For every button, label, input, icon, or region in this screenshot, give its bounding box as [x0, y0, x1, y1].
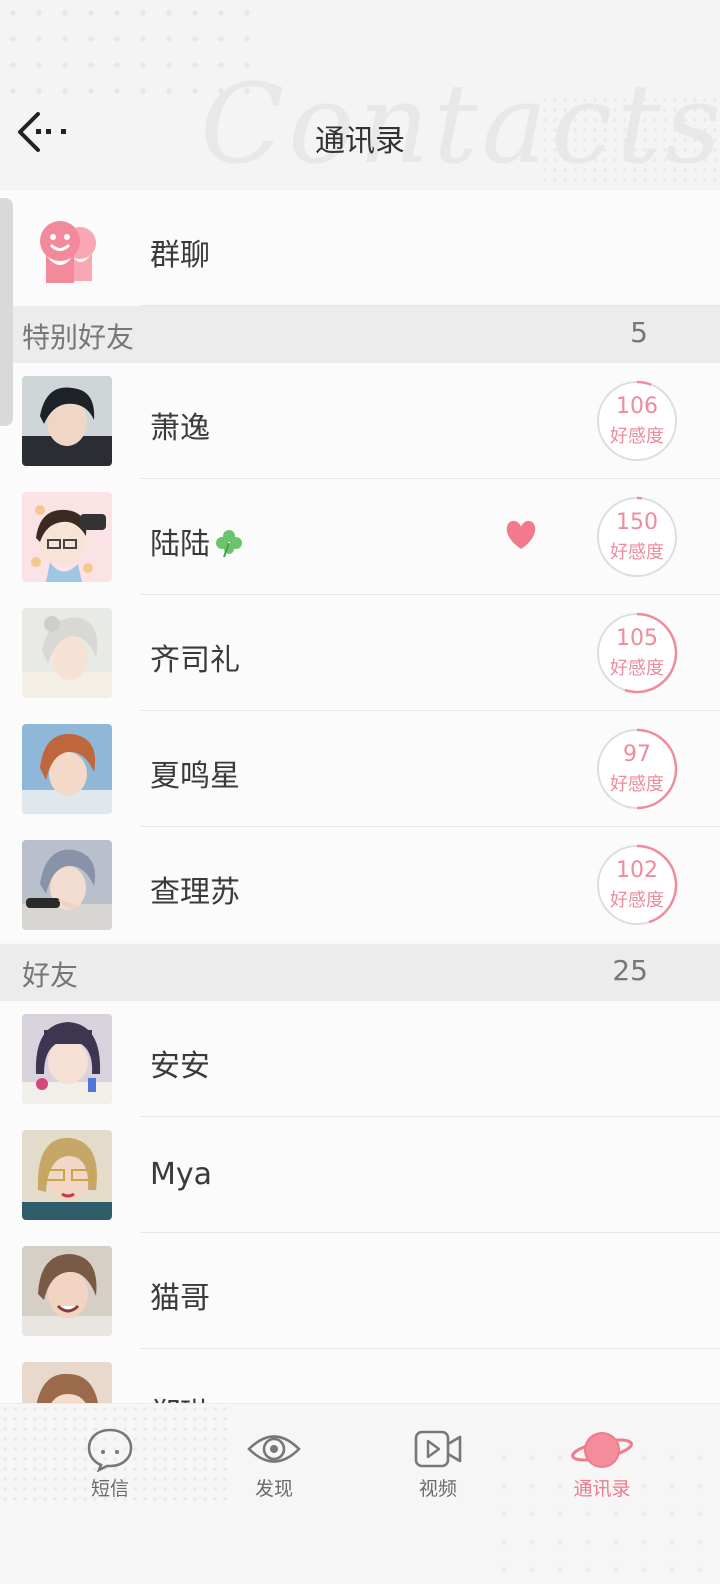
nav-label: 视频: [378, 1474, 498, 1501]
nav-tab-contacts[interactable]: 通讯录: [542, 1426, 662, 1506]
avatar: [22, 376, 112, 466]
affinity-meter: 105 好感度: [596, 612, 678, 694]
group-chat-row[interactable]: 群聊: [0, 190, 720, 306]
page-title: 通讯录: [0, 116, 720, 160]
nav-label: 短信: [50, 1474, 170, 1501]
affinity-value: 106: [596, 394, 678, 419]
affinity-label: 好感度: [596, 538, 678, 564]
nav-tab-discover[interactable]: 发现: [214, 1426, 334, 1506]
contact-name: 齐司礼: [150, 635, 240, 679]
contact-name: 萧逸: [150, 403, 210, 447]
contact-name: 夏鸣星: [150, 751, 240, 795]
contact-row[interactable]: 夏鸣星 97 好感度: [0, 711, 720, 827]
contact-row[interactable]: 萧逸 106 好感度: [0, 363, 720, 479]
section-title: 好友: [22, 954, 78, 994]
affinity-label: 好感度: [596, 654, 678, 680]
avatar: [22, 1014, 112, 1104]
contact-row[interactable]: Mya: [0, 1117, 720, 1233]
section-count: 5: [630, 316, 648, 349]
avatar: [22, 608, 112, 698]
contact-name: 查理苏: [150, 867, 240, 911]
section-title: 特别好友: [22, 316, 134, 356]
affinity-value: 105: [596, 626, 678, 651]
group-chat-label: 群聊: [150, 230, 210, 274]
header: Contacts 通讯录: [0, 0, 720, 190]
nav-tab-messages[interactable]: 短信: [50, 1426, 170, 1506]
side-drawer-handle[interactable]: [0, 198, 13, 426]
affinity-value: 97: [596, 742, 678, 767]
affinity-meter: 106 好感度: [596, 380, 678, 462]
affinity-label: 好感度: [596, 770, 678, 796]
clover-icon: [213, 527, 245, 559]
group-chat-icon: [22, 203, 112, 293]
chat-bubble-icon: [85, 1426, 135, 1472]
section-special-friends: 特别好友 5: [0, 306, 720, 363]
affinity-value: 150: [596, 510, 678, 535]
nav-tab-video[interactable]: 视频: [378, 1426, 498, 1506]
section-friends: 好友 25: [0, 944, 720, 1001]
affinity-meter: 102 好感度: [596, 844, 678, 926]
contact-name: Mya: [150, 1157, 212, 1192]
contact-row[interactable]: 查理苏 102 好感度: [0, 827, 720, 943]
contact-name: 安安: [150, 1041, 210, 1085]
contact-row[interactable]: 齐司礼 105 好感度: [0, 595, 720, 711]
nav-label: 通讯录: [542, 1474, 662, 1501]
contact-name: 猫哥: [150, 1273, 210, 1317]
nav-label: 发现: [214, 1474, 334, 1501]
section-count: 25: [612, 954, 648, 987]
affinity-label: 好感度: [596, 422, 678, 448]
bottom-navigation: 短信 发现 视频 通讯录: [0, 1403, 720, 1584]
affinity-value: 102: [596, 858, 678, 883]
avatar: [22, 840, 112, 930]
contact-row[interactable]: 安安: [0, 1001, 720, 1117]
avatar: [22, 724, 112, 814]
avatar: [22, 492, 112, 582]
affinity-meter: 150 好感度: [596, 496, 678, 578]
planet-icon: [569, 1426, 635, 1472]
avatar: [22, 1246, 112, 1336]
affinity-meter: 97 好感度: [596, 728, 678, 810]
video-icon: [413, 1426, 463, 1472]
eye-icon: [246, 1426, 302, 1472]
contact-row[interactable]: 猫哥: [0, 1233, 720, 1349]
affinity-label: 好感度: [596, 886, 678, 912]
avatar: [22, 1130, 112, 1220]
heart-icon[interactable]: [504, 519, 538, 551]
contact-name: 陆陆: [150, 519, 210, 563]
contact-row[interactable]: 陆陆 150 好感度: [0, 479, 720, 595]
